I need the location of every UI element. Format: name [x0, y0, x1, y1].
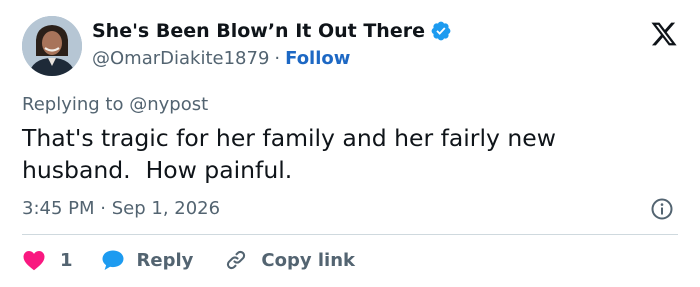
display-name-text: She's Been Blow’n It Out There: [92, 20, 425, 42]
copy-link-button[interactable]: Copy link: [223, 247, 355, 273]
info-icon[interactable]: [650, 197, 674, 221]
heart-icon: [23, 251, 45, 271]
author-handle-line: @OmarDiakite1879 · Follow: [92, 48, 350, 69]
tweet-date: Sep 1, 2026: [111, 198, 221, 219]
author-display-name[interactable]: She's Been Blow’n It Out There: [92, 20, 452, 42]
tweet-text: That's tragic for her family and her fai…: [22, 124, 564, 184]
follow-button[interactable]: Follow: [285, 48, 350, 69]
x-logo-icon[interactable]: [650, 20, 678, 48]
handle-separator: ·: [274, 48, 281, 69]
verified-badge-icon: [430, 20, 452, 42]
author-handle[interactable]: @OmarDiakite1879: [92, 48, 269, 69]
tweet-embed-card: She's Been Blow’n It Out There @OmarDiak…: [0, 0, 700, 287]
timestamp-separator: ·: [100, 198, 106, 219]
like-count: 1: [60, 249, 73, 271]
reply-bubble-icon: [102, 250, 124, 270]
reply-context-mention[interactable]: @nypost: [129, 94, 208, 115]
copy-link-label: Copy link: [261, 249, 355, 271]
reply-button[interactable]: Reply: [101, 249, 194, 271]
tweet-timestamp[interactable]: 3:45 PM · Sep 1, 2026: [22, 198, 220, 219]
reply-context-prefix: Replying to: [22, 94, 124, 115]
reply-label: Reply: [136, 249, 194, 271]
link-icon: [227, 250, 246, 270]
divider: [22, 234, 678, 235]
author-avatar[interactable]: [22, 16, 82, 76]
avatar-photo-icon: [22, 16, 82, 76]
tweet-actions: 1 Reply Copy link: [22, 246, 355, 274]
reply-context: Replying to @nypost: [22, 94, 208, 115]
tweet-time: 3:45 PM: [22, 198, 95, 219]
like-button[interactable]: 1: [22, 249, 73, 271]
